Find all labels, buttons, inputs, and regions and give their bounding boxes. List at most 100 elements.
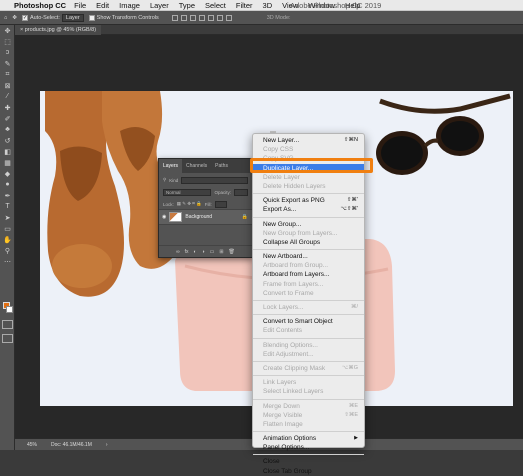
menu-file[interactable]: File	[74, 1, 86, 10]
tab-layers[interactable]: Layers	[159, 159, 183, 173]
lock-row: Lock: ▦ ✎ ✥ ⌗ 🔒 Fill:	[163, 199, 248, 209]
menu-item-close-tab-group[interactable]: Close Tab Group	[253, 467, 364, 476]
menu-item-shortcut: ⇧⌘N	[343, 137, 358, 143]
kind-filter[interactable]: Kind	[169, 178, 178, 183]
status-arrow-icon[interactable]: ›	[106, 442, 108, 448]
visibility-eye-icon[interactable]: ◉	[162, 214, 166, 220]
frame-tool-icon[interactable]: ⊠	[0, 80, 15, 91]
auto-select-dropdown[interactable]: Layer	[61, 13, 84, 22]
marquee-tool-icon[interactable]: ⬚	[0, 36, 15, 47]
align-top-icon[interactable]	[198, 14, 205, 21]
menu-item-shortcut: ⌥⌘G	[341, 364, 358, 371]
eraser-tool-icon[interactable]: ◧	[0, 146, 15, 157]
menu-item-label: New Group from Layers...	[263, 229, 338, 237]
link-icon[interactable]: ∞	[176, 249, 180, 255]
transform-controls-label: Show Transform Controls	[96, 14, 159, 21]
menu-item-copy-css: Copy CSS	[253, 145, 364, 154]
menu-item-label: Merge Visible	[263, 411, 303, 419]
menu-select[interactable]: Select	[205, 1, 226, 10]
document-tab[interactable]: × products.jpg @ 45% (RGB/8)	[15, 25, 102, 35]
eyedropper-tool-icon[interactable]: ⁄	[0, 91, 15, 102]
align-right-icon[interactable]	[189, 14, 196, 21]
fx-icon[interactable]: fx	[185, 249, 189, 255]
align-bottom-icon[interactable]	[216, 14, 223, 21]
menu-item-new-artboard[interactable]: New Artboard...	[253, 252, 364, 261]
menu-item-artboard-from-layers[interactable]: Artboard from Layers...	[253, 270, 364, 279]
align-middle-icon[interactable]	[207, 14, 214, 21]
menu-item-new-group[interactable]: New Group...	[253, 220, 364, 229]
auto-select-label: Auto-Select:	[29, 14, 60, 21]
align-center-icon[interactable]	[180, 14, 187, 21]
transform-controls-checkbox[interactable]	[88, 14, 95, 21]
lasso-tool-icon[interactable]: ↄ	[0, 47, 15, 58]
new-layer-icon[interactable]: ⊞	[219, 249, 223, 255]
mask-icon[interactable]: ◐	[194, 249, 197, 255]
menu-separator	[253, 360, 364, 362]
filter-icons[interactable]	[181, 176, 248, 184]
hand-tool-icon[interactable]: ✋	[0, 234, 15, 245]
menu-item-export-as[interactable]: Export As... ⌥⇧⌘'	[253, 205, 364, 214]
blend-mode-select[interactable]: Normal	[163, 188, 212, 196]
type-tool-icon[interactable]: T	[0, 201, 15, 212]
quick-mask-icon[interactable]	[2, 320, 13, 329]
healing-brush-tool-icon[interactable]: ✚	[0, 102, 15, 113]
move-tool-icon[interactable]: ✥	[0, 25, 15, 36]
menu-3d[interactable]: 3D	[263, 1, 273, 10]
menu-item-label: Panel Options...	[263, 444, 310, 452]
trash-icon[interactable]: 🗑	[229, 249, 235, 255]
zoom-tool-icon[interactable]: ⚲	[0, 245, 15, 256]
quick-select-tool-icon[interactable]: ✎	[0, 58, 15, 69]
menu-item-delete-hidden-layers: Delete Hidden Layers	[253, 182, 364, 191]
menu-type[interactable]: Type	[179, 1, 195, 10]
menu-item-panel-options[interactable]: Panel Options...	[253, 443, 364, 452]
menu-item-label: Edit Adjustment...	[263, 350, 314, 358]
menu-item-close[interactable]: Close	[253, 457, 364, 466]
menu-filter[interactable]: Filter	[236, 1, 253, 10]
move-tool-icon[interactable]: ✥	[12, 15, 17, 21]
tools-panel: ✥ ⬚ ↄ ✎ ⌗ ⊠ ⁄ ✚ ✐ ♣ ↺ ◧ ▦ ◆ ● ✒ T ➤ ▭ ✋ …	[0, 25, 15, 450]
background-color-swatch[interactable]	[6, 306, 13, 313]
dodge-tool-icon[interactable]: ●	[0, 179, 15, 190]
history-brush-tool-icon[interactable]: ↺	[0, 135, 15, 146]
layer-row-background[interactable]: ◉ Background 🔒	[159, 209, 252, 225]
align-left-icon[interactable]	[171, 14, 178, 21]
gradient-tool-icon[interactable]: ▦	[0, 157, 15, 168]
menu-item-label: Convert to Frame	[263, 289, 314, 297]
menu-item-label: New Layer...	[263, 137, 300, 144]
rectangle-tool-icon[interactable]: ▭	[0, 223, 15, 234]
menu-layer[interactable]: Layer	[150, 1, 169, 10]
adjustment-icon[interactable]: ◑	[202, 249, 205, 255]
menu-item-new-layer[interactable]: New Layer... ⇧⌘N	[253, 136, 364, 145]
pen-tool-icon[interactable]: ✒	[0, 190, 15, 201]
brush-tool-icon[interactable]: ✐	[0, 113, 15, 124]
menu-edit[interactable]: Edit	[96, 1, 109, 10]
blur-tool-icon[interactable]: ◆	[0, 168, 15, 179]
layer-name: Background	[185, 214, 213, 220]
menu-item-convert-to-smart-object[interactable]: Convert to Smart Object	[253, 317, 364, 326]
auto-select-checkbox[interactable]: ✓	[21, 14, 28, 21]
opacity-field[interactable]	[234, 188, 248, 196]
more-tools-icon[interactable]: ⋯	[0, 256, 15, 267]
clone-stamp-tool-icon[interactable]: ♣	[0, 124, 15, 135]
menu-item-label: Quick Export as PNG	[263, 197, 325, 205]
menu-item-quick-export-as-png[interactable]: Quick Export as PNG ⇧⌘'	[253, 196, 364, 205]
options-bar: ⌂ ✥ ✓ Auto-Select: Layer Show Transform …	[0, 11, 523, 25]
menu-item-label: Merge Down	[263, 402, 300, 410]
tab-channels[interactable]: Channels	[182, 159, 211, 173]
crop-tool-icon[interactable]: ⌗	[0, 69, 15, 80]
menu-app-name[interactable]: Photoshop CC	[14, 1, 66, 10]
distribute-icon[interactable]	[225, 14, 232, 21]
menu-item-collapse-all-groups[interactable]: Collapse All Groups	[253, 238, 364, 247]
home-icon[interactable]: ⌂	[4, 15, 7, 21]
screen-mode-icon[interactable]	[2, 334, 13, 343]
tab-paths[interactable]: Paths	[211, 159, 232, 173]
menu-item-animation-options[interactable]: Animation Options ▶	[253, 434, 364, 443]
fill-field[interactable]	[214, 200, 227, 208]
folder-icon[interactable]: ▭	[210, 249, 215, 255]
menu-item-convert-to-frame: Convert to Frame	[253, 289, 364, 298]
zoom-level[interactable]: 45%	[27, 442, 37, 448]
sunglasses	[376, 93, 511, 175]
path-selection-tool-icon[interactable]: ➤	[0, 212, 15, 223]
lock-icons[interactable]: ▦ ✎ ✥ ⌗ 🔒	[177, 201, 202, 207]
menu-image[interactable]: Image	[119, 1, 140, 10]
